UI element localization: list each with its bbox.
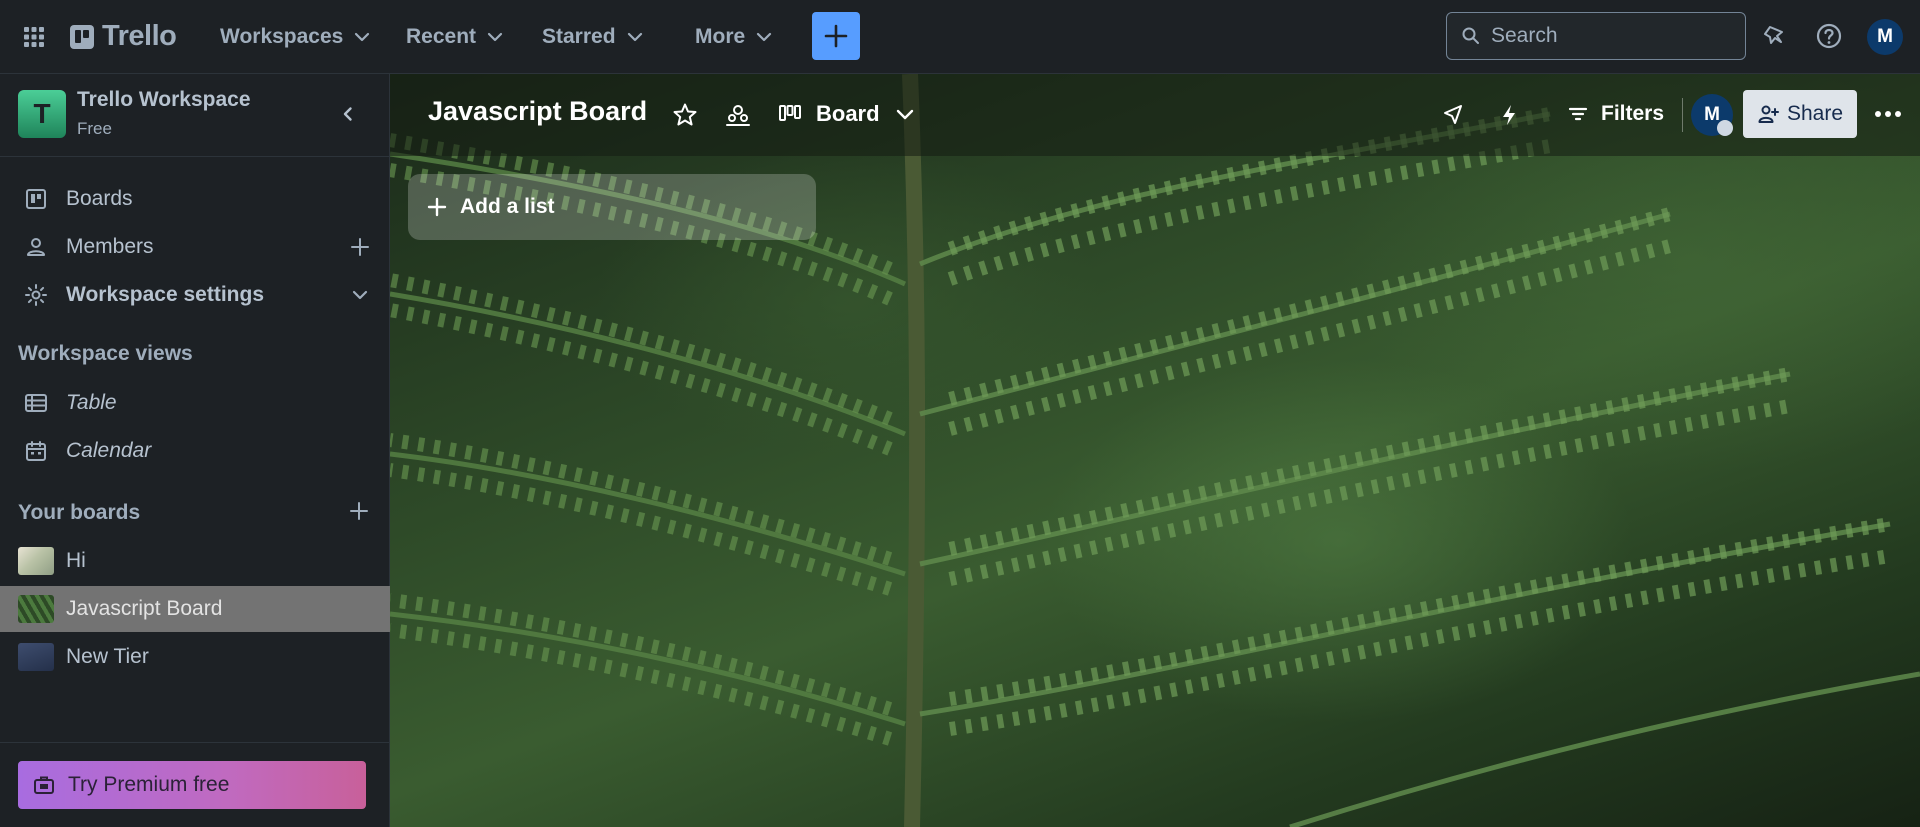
user-avatar[interactable]: M bbox=[1867, 19, 1903, 55]
add-member-button[interactable] bbox=[346, 233, 374, 261]
top-navigation: Trello Workspaces Recent Starred More M bbox=[0, 0, 1920, 74]
search-icon bbox=[1462, 27, 1479, 44]
board-item-label: New Tier bbox=[66, 645, 149, 668]
workspace-logo: T bbox=[18, 90, 66, 138]
board-header: Javascript Board Board Filters M Share bbox=[390, 74, 1920, 156]
recent-menu-label: Recent bbox=[406, 25, 477, 48]
chevron-down-icon bbox=[487, 32, 503, 42]
chevron-down-icon bbox=[627, 32, 642, 42]
sidebar-item-workspace-settings[interactable]: Workspace settings bbox=[0, 272, 390, 318]
starred-menu[interactable]: Starred bbox=[542, 20, 644, 54]
add-board-button[interactable] bbox=[329, 488, 389, 534]
board-thumbnail bbox=[18, 643, 54, 671]
notifications-icon[interactable] bbox=[1761, 22, 1789, 50]
workspace-views-title: Workspace views bbox=[18, 342, 193, 365]
starred-menu-label: Starred bbox=[542, 25, 616, 48]
workspace-header: T Trello Workspace Free bbox=[0, 74, 390, 157]
plus-icon bbox=[824, 24, 848, 48]
filter-icon bbox=[1568, 107, 1588, 121]
sidebar-item-label: Table bbox=[66, 391, 117, 414]
sidebar-item-label: Workspace settings bbox=[66, 283, 265, 306]
share-label: Share bbox=[1786, 102, 1844, 125]
try-premium-button[interactable]: Try Premium free bbox=[18, 761, 366, 809]
sidebar: T Trello Workspace Free Boards Members W… bbox=[0, 74, 390, 827]
chevron-down-icon bbox=[896, 109, 913, 120]
briefcase-icon bbox=[34, 776, 54, 794]
person-icon bbox=[27, 238, 45, 256]
board-view-label: Board bbox=[816, 101, 880, 126]
automation-icon[interactable] bbox=[1495, 101, 1523, 129]
board-item-label: Hi bbox=[66, 549, 86, 572]
workspace-plan: Free bbox=[77, 119, 112, 138]
expand-settings-button[interactable] bbox=[346, 281, 374, 309]
table-icon bbox=[25, 394, 47, 412]
recent-menu[interactable]: Recent bbox=[406, 20, 504, 54]
your-boards-title: Your boards bbox=[18, 501, 141, 524]
board-item-new-tier[interactable]: New Tier bbox=[0, 634, 390, 680]
board-item-javascript-board[interactable]: Javascript Board bbox=[0, 586, 390, 632]
board-menu-button[interactable] bbox=[1870, 96, 1906, 132]
add-person-icon bbox=[1758, 105, 1779, 123]
admin-badge-icon bbox=[1717, 120, 1733, 136]
sidebar-item-table-view[interactable]: Table bbox=[0, 380, 390, 426]
board-item-label: Javascript Board bbox=[66, 597, 223, 620]
trello-logo-icon bbox=[70, 24, 94, 49]
calendar-icon bbox=[26, 441, 46, 461]
visibility-icon[interactable] bbox=[724, 101, 752, 129]
filters-button[interactable]: Filters bbox=[1567, 94, 1664, 134]
add-list-label: Add a list bbox=[460, 195, 555, 218]
sidebar-item-boards[interactable]: Boards bbox=[0, 176, 390, 222]
more-horizontal-icon bbox=[1875, 111, 1901, 117]
plus-icon bbox=[351, 238, 369, 256]
search-input[interactable] bbox=[1491, 24, 1731, 48]
app-switcher-icon[interactable] bbox=[22, 25, 46, 49]
star-icon[interactable] bbox=[671, 101, 699, 129]
trello-logo[interactable]: Trello bbox=[70, 20, 177, 53]
board-title[interactable]: Javascript Board bbox=[428, 96, 647, 127]
workspace-name[interactable]: Trello Workspace bbox=[77, 88, 251, 112]
premium-section: Try Premium free bbox=[0, 742, 390, 827]
sidebar-item-label: Members bbox=[66, 235, 154, 258]
search-box[interactable] bbox=[1446, 12, 1746, 60]
chevron-down-icon bbox=[352, 290, 368, 300]
more-menu-label: More bbox=[695, 25, 746, 48]
plus-icon bbox=[350, 502, 368, 520]
share-button[interactable]: Share bbox=[1743, 90, 1857, 138]
chevron-left-icon bbox=[343, 107, 352, 121]
sidebar-item-members[interactable]: Members bbox=[0, 224, 390, 270]
board-thumbnail bbox=[18, 595, 54, 623]
premium-label: Try Premium free bbox=[68, 773, 230, 796]
chevron-down-icon bbox=[355, 32, 370, 42]
header-divider bbox=[1682, 98, 1683, 132]
logo-text: Trello bbox=[102, 20, 177, 52]
chevron-down-icon bbox=[757, 32, 772, 42]
collapse-sidebar-button[interactable] bbox=[332, 98, 364, 130]
board-view-switcher[interactable]: Board bbox=[778, 94, 916, 134]
help-icon[interactable] bbox=[1815, 22, 1843, 50]
gear-icon bbox=[25, 284, 47, 306]
plus-icon bbox=[427, 197, 447, 217]
board-canvas: Javascript Board Board Filters M Share A… bbox=[390, 74, 1920, 827]
more-menu[interactable]: More bbox=[695, 20, 773, 54]
board-view-icon bbox=[779, 105, 801, 121]
add-list-button[interactable]: Add a list bbox=[408, 174, 816, 240]
board-thumbnail bbox=[18, 547, 54, 575]
board-item-hi[interactable]: Hi bbox=[0, 538, 390, 584]
filters-label: Filters bbox=[1601, 102, 1665, 125]
workspaces-menu-label: Workspaces bbox=[220, 25, 344, 48]
sidebar-item-calendar-view[interactable]: Calendar bbox=[0, 428, 390, 474]
board-icon bbox=[26, 189, 46, 209]
workspaces-menu[interactable]: Workspaces bbox=[220, 20, 371, 54]
power-ups-icon[interactable] bbox=[1439, 101, 1467, 129]
sidebar-item-label: Boards bbox=[66, 187, 133, 210]
sidebar-item-label: Calendar bbox=[66, 439, 152, 462]
create-button[interactable] bbox=[812, 12, 860, 60]
